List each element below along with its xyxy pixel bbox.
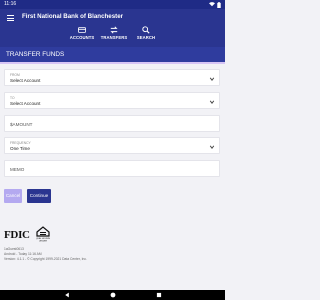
equal-housing-lender-icon: EQUAL HOUSING LENDER bbox=[36, 226, 50, 242]
svg-text:LENDER: LENDER bbox=[39, 241, 48, 243]
transfer-arrows-icon bbox=[110, 26, 118, 34]
to-value: Select Account bbox=[10, 101, 41, 106]
frequency-label: FREQUENCY bbox=[10, 141, 31, 145]
home-icon[interactable] bbox=[110, 292, 116, 298]
tab-search-label: SEARCH bbox=[136, 35, 156, 40]
tab-accounts[interactable]: ACCOUNTS bbox=[66, 24, 98, 44]
to-label: TO bbox=[10, 96, 15, 100]
wifi-icon bbox=[209, 2, 215, 7]
from-label: FROM bbox=[10, 73, 20, 77]
status-time: 11:16 bbox=[4, 1, 17, 7]
chevron-down-icon bbox=[209, 145, 215, 149]
memo-placeholder: MEMO bbox=[10, 167, 25, 172]
status-bar: 11:16 bbox=[0, 0, 225, 9]
tab-transfers[interactable]: TRANSFERS bbox=[98, 24, 130, 44]
from-account-select[interactable]: FROM Select Account bbox=[4, 69, 220, 86]
back-icon[interactable] bbox=[64, 292, 70, 298]
version-text: Version: 4.1.1 - © Copyright 1999-2021 D… bbox=[4, 257, 87, 261]
version-info: 1aGuest0613 Android - Today 11:16 AM Ver… bbox=[4, 247, 87, 262]
continue-button[interactable]: Continue bbox=[27, 189, 51, 203]
frequency-select[interactable]: FREQUENCY One Time bbox=[4, 137, 220, 154]
amount-placeholder: $AMOUNT bbox=[10, 122, 33, 127]
chevron-down-icon bbox=[209, 77, 215, 81]
fdic-logo: FDIC bbox=[4, 229, 30, 241]
tab-search[interactable]: SEARCH bbox=[130, 24, 162, 44]
cancel-button[interactable]: Cancel bbox=[4, 189, 22, 203]
tab-transfers-label: TRANSFERS bbox=[100, 35, 128, 40]
chevron-down-icon bbox=[209, 100, 215, 104]
memo-input[interactable]: MEMO bbox=[4, 160, 220, 177]
app-header: First National Bank of Blanchester ACCOU… bbox=[0, 9, 225, 47]
android-nav-bar bbox=[0, 290, 225, 300]
system-indicators bbox=[209, 1, 221, 8]
to-account-select[interactable]: TO Select Account bbox=[4, 92, 220, 109]
hamburger-menu-icon[interactable] bbox=[7, 15, 14, 21]
nav-tabs: ACCOUNTS TRANSFERS SEARCH bbox=[66, 24, 162, 44]
recents-icon[interactable] bbox=[156, 292, 162, 298]
page-title: TRANSFER FUNDS bbox=[0, 47, 225, 64]
tab-accounts-label: ACCOUNTS bbox=[69, 35, 95, 40]
bank-name: First National Bank of Blanchester bbox=[22, 13, 124, 20]
from-value: Select Account bbox=[10, 78, 41, 83]
battery-icon bbox=[217, 1, 221, 8]
credit-card-icon bbox=[78, 27, 86, 33]
frequency-value: One Time bbox=[10, 146, 30, 151]
search-icon bbox=[142, 26, 150, 34]
amount-input[interactable]: $AMOUNT bbox=[4, 115, 220, 132]
